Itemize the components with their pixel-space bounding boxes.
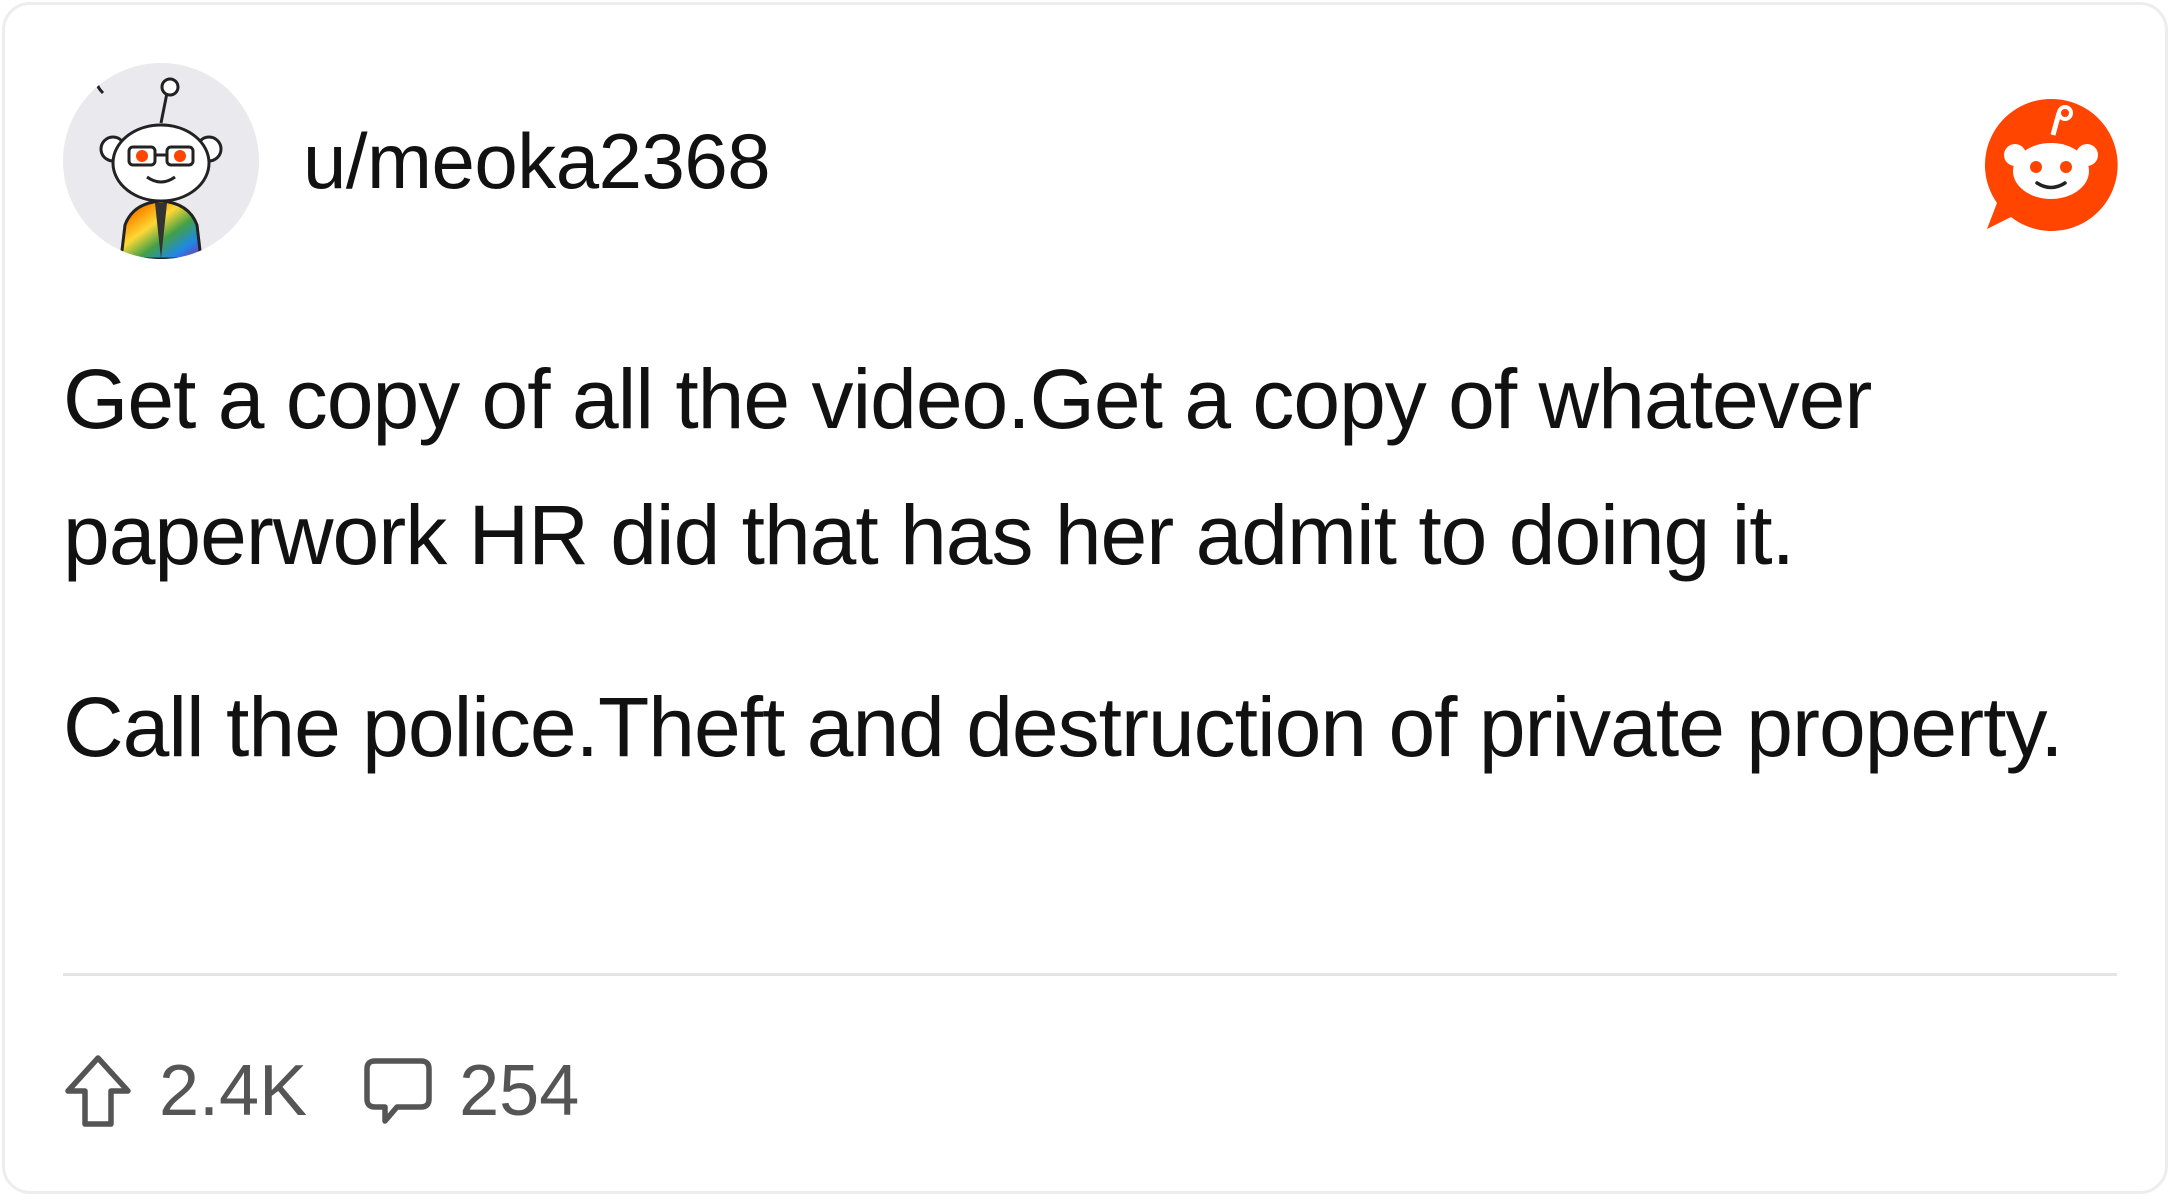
comment-paragraph: Get a copy of all the video.Get a copy o… [63,352,1872,582]
username[interactable]: u/meoka2368 [303,113,771,209]
upvote-count: 2.4K [159,1051,308,1131]
stats-bar: 2.4K 254 [63,1045,579,1137]
divider [63,973,2117,976]
comment-paragraph: Call the police.Theft and destruction of… [63,680,2064,774]
upvote-arrow-icon [65,1055,131,1127]
comment-body: Get a copy of all the video.Get a copy o… [63,331,2093,795]
snoo-avatar-icon [95,73,223,259]
upvote-button[interactable]: 2.4K [63,1050,307,1132]
comment-bubble-icon [364,1058,432,1124]
comment-card: u/meoka2368 Get a copy of all the video.… [2,2,2168,1194]
avatar[interactable] [63,63,259,259]
reddit-logo-icon [1981,95,2121,235]
comment-count: 254 [459,1051,580,1131]
comments-button[interactable]: 254 [363,1050,579,1132]
